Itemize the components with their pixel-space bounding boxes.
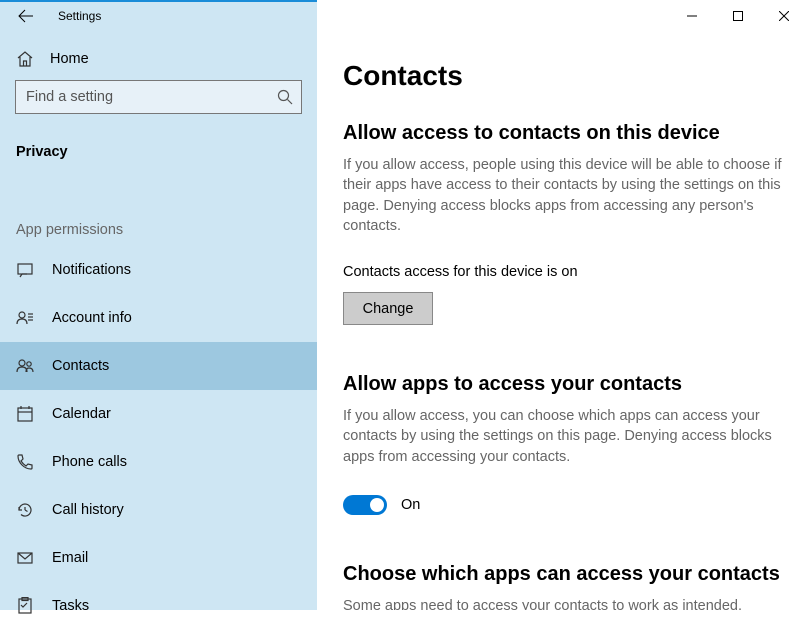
nav-list: Notifications Account info Contacts Cale… xyxy=(0,246,317,630)
minimize-button[interactable] xyxy=(669,0,715,32)
toggle-state-label: On xyxy=(401,497,420,513)
toggle-knob xyxy=(370,498,384,512)
subsection-heading: App permissions xyxy=(0,222,317,238)
close-button[interactable] xyxy=(761,0,807,32)
sidebar-item-label: Call history xyxy=(52,502,124,518)
sidebar-item-label: Notifications xyxy=(52,262,131,278)
sidebar-item-label: Phone calls xyxy=(52,454,127,470)
section-heading-apps-access: Allow apps to access your contacts xyxy=(343,373,791,396)
sidebar-item-label: Email xyxy=(52,550,88,566)
close-icon xyxy=(779,11,789,21)
email-icon xyxy=(15,548,35,568)
status-text: Contacts access for this device is on xyxy=(343,264,791,280)
apps-access-toggle[interactable] xyxy=(343,495,387,515)
arrow-left-icon xyxy=(18,8,34,24)
sidebar-item-label: Calendar xyxy=(52,406,111,422)
sidebar-item-tasks[interactable]: Tasks xyxy=(0,582,317,630)
section-heading: Privacy xyxy=(0,144,317,160)
section-desc-apps-access: If you allow access, you can choose whic… xyxy=(343,406,791,467)
search-box[interactable] xyxy=(15,80,302,114)
notifications-icon xyxy=(15,260,35,280)
sidebar-item-account-info[interactable]: Account info xyxy=(0,294,317,342)
window-title: Settings xyxy=(40,9,101,23)
toggle-row: On xyxy=(343,495,791,515)
sidebar-item-label: Account info xyxy=(52,310,132,326)
sidebar-item-notifications[interactable]: Notifications xyxy=(0,246,317,294)
phone-icon xyxy=(15,452,35,472)
sidebar-item-email[interactable]: Email xyxy=(0,534,317,582)
window-controls xyxy=(669,0,807,32)
section-desc-device-access: If you allow access, people using this d… xyxy=(343,155,791,236)
section-heading-choose-apps: Choose which apps can access your contac… xyxy=(343,563,791,586)
page-title: Contacts xyxy=(343,60,791,92)
home-icon xyxy=(16,50,34,68)
maximize-button[interactable] xyxy=(715,0,761,32)
call-history-icon xyxy=(15,500,35,520)
sidebar-item-label: Contacts xyxy=(52,358,109,374)
account-info-icon xyxy=(15,308,35,328)
home-nav[interactable]: Home xyxy=(0,50,317,68)
change-button[interactable]: Change xyxy=(343,292,433,325)
sidebar-item-contacts[interactable]: Contacts xyxy=(0,342,317,390)
sidebar-item-label: Tasks xyxy=(52,598,89,614)
title-bar: Settings xyxy=(0,2,317,30)
tasks-icon xyxy=(15,596,35,616)
section-heading-device-access: Allow access to contacts on this device xyxy=(343,122,791,145)
maximize-icon xyxy=(733,11,743,21)
sidebar-item-phone-calls[interactable]: Phone calls xyxy=(0,438,317,486)
sidebar-item-call-history[interactable]: Call history xyxy=(0,486,317,534)
sidebar-item-calendar[interactable]: Calendar xyxy=(0,390,317,438)
section-desc-choose-apps: Some apps need to access your contacts t… xyxy=(343,596,791,610)
calendar-icon xyxy=(15,404,35,424)
sidebar: Settings Home Privacy App permissions No… xyxy=(0,0,317,610)
home-label: Home xyxy=(50,51,89,67)
back-button[interactable] xyxy=(12,2,40,30)
search-input[interactable] xyxy=(16,89,269,105)
main-content: Contacts Allow access to contacts on thi… xyxy=(317,0,807,610)
search-icon xyxy=(269,81,301,113)
contacts-icon xyxy=(15,356,35,376)
minimize-icon xyxy=(687,11,697,21)
